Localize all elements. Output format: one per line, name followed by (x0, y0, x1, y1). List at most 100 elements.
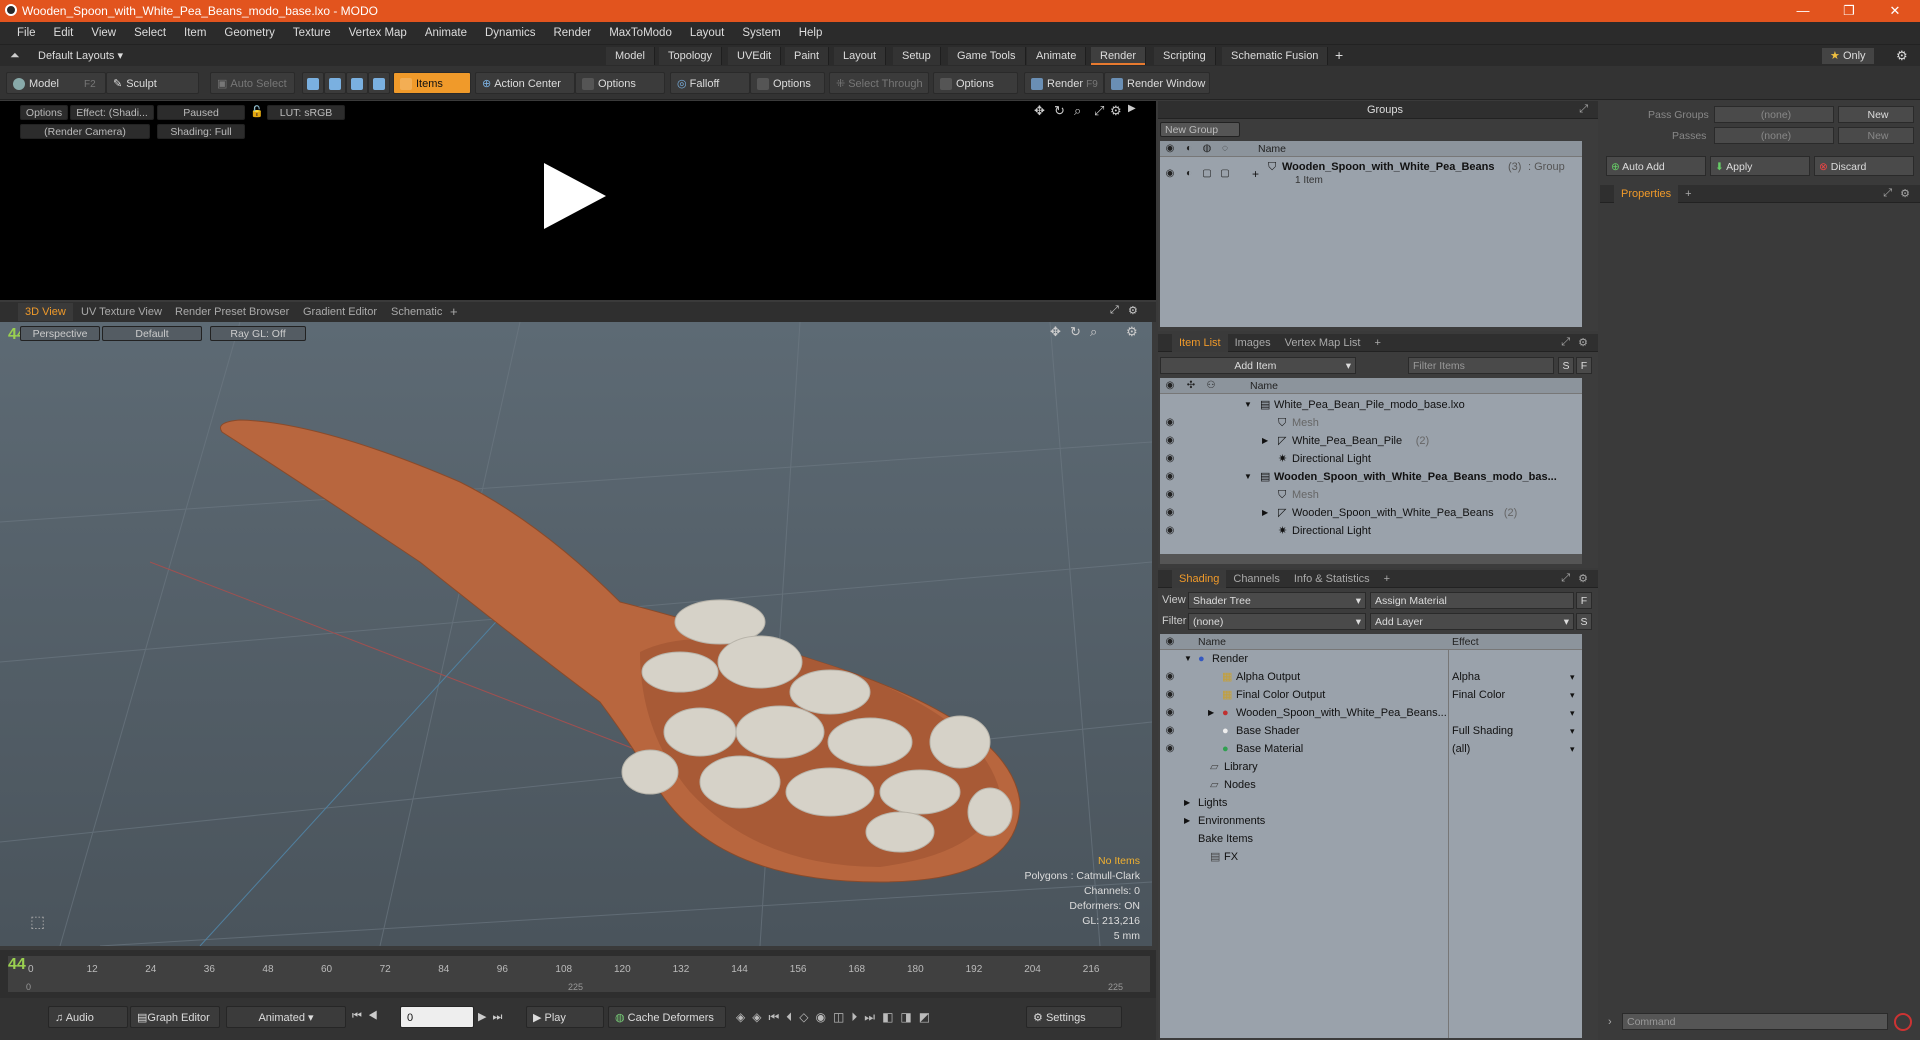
add-layer-dropdown[interactable]: Add Layer ▾ (1370, 613, 1574, 630)
shader-row[interactable]: ▶ Environments (1160, 812, 1582, 830)
eye-icon[interactable]: ◉ (1163, 472, 1177, 482)
new-group-button[interactable]: New Group (1160, 122, 1240, 137)
items-mode-button[interactable]: Items (393, 72, 471, 94)
audio-button[interactable]: ♫ Audio (48, 1006, 128, 1028)
tab-topology[interactable]: Topology (659, 47, 723, 65)
eye-icon[interactable]: ◉ (1163, 454, 1177, 464)
rotate-icon[interactable]: ↻ (1054, 103, 1065, 119)
add-tab-button[interactable]: + (1335, 47, 1343, 63)
add-item-dropdown[interactable]: Add Item ▾ (1160, 357, 1356, 374)
gear-icon[interactable]: ⚙ (1896, 48, 1908, 64)
menu-dynamics[interactable]: Dynamics (476, 27, 544, 39)
menu-animate[interactable]: Animate (416, 27, 476, 39)
transport-back-icons[interactable]: ⏮◀ (352, 1010, 384, 1023)
eye-icon[interactable]: ◉ (1163, 490, 1177, 500)
render-toggle-icon[interactable]: ◐ (1182, 169, 1196, 179)
shader-row[interactable]: ◉ ▦ Final Color Output Final Color ▾ (1160, 686, 1582, 704)
f-button[interactable]: F (1576, 592, 1592, 609)
menu-item[interactable]: Item (175, 27, 215, 39)
zoom-icon[interactable]: ⌕ (1090, 324, 1097, 340)
shader-row[interactable]: ▼ ● Render (1160, 650, 1582, 668)
edges-mode-button[interactable] (324, 72, 346, 94)
menu-texture[interactable]: Texture (284, 27, 340, 39)
preview-paused-button[interactable]: Paused (157, 105, 245, 120)
menu-maxtomodo[interactable]: MaxToModo (600, 27, 681, 39)
sculpt-mode-button[interactable]: ✎ Sculpt (106, 72, 199, 94)
menu-edit[interactable]: Edit (45, 27, 83, 39)
menu-system[interactable]: System (733, 27, 789, 39)
tab-render-preset-browser[interactable]: Render Preset Browser (168, 303, 296, 321)
tab-images[interactable]: Images (1228, 334, 1278, 352)
command-expand-icon[interactable]: › (1608, 1016, 1612, 1028)
minimize-button[interactable]: — (1780, 0, 1826, 22)
expand-icon[interactable]: ▶ (1208, 704, 1214, 722)
shader-row[interactable]: ▱ Library (1160, 758, 1582, 776)
menu-help[interactable]: Help (790, 27, 832, 39)
tab-uv-texture-view[interactable]: UV Texture View (74, 303, 169, 321)
gear-icon[interactable]: ⚙ (1110, 103, 1122, 119)
discard-button[interactable]: ⊗ Discard (1814, 156, 1914, 176)
select-through-button[interactable]: ⁜ Select Through (829, 72, 929, 94)
gear-icon[interactable]: ⚙ (1578, 572, 1588, 585)
item-list-scrollbar[interactable] (1160, 554, 1582, 564)
expand-icon[interactable]: ▶ (1184, 794, 1190, 812)
menu-vertex-map[interactable]: Vertex Map (340, 27, 416, 39)
eye-icon[interactable]: ◉ (1163, 436, 1177, 446)
list-item[interactable]: ◉ ▼ ▤ Wooden_Spoon_with_White_Pea_Beans_mod… (1160, 468, 1582, 486)
tab-animate[interactable]: Animate (1027, 47, 1087, 65)
filter-items-input[interactable]: Filter Items (1408, 357, 1554, 374)
shader-row[interactable]: ▤ FX (1160, 848, 1582, 866)
expand-icon[interactable]: + (1252, 165, 1259, 183)
gear-icon[interactable]: ⚙ (1126, 324, 1138, 340)
eye-icon[interactable]: ◉ (1163, 726, 1177, 736)
chevron-down-icon[interactable]: ▾ (1570, 740, 1575, 758)
eye-icon[interactable]: ◉ (1163, 508, 1177, 518)
select-through-options-button[interactable]: Options (933, 72, 1018, 94)
shader-effect[interactable]: (all) (1452, 740, 1470, 758)
expand-icon[interactable]: ▼ (1244, 396, 1252, 414)
tab-layout[interactable]: Layout (834, 47, 887, 65)
tab-shading[interactable]: Shading (1172, 569, 1227, 588)
tab-schematic-fusion[interactable]: Schematic Fusion (1222, 47, 1329, 65)
transport-forward-icons[interactable]: ▶⏭ (478, 1010, 508, 1024)
materials-mode-button[interactable] (368, 72, 390, 94)
select-icon[interactable]: ▢ (1218, 169, 1232, 179)
eye-icon[interactable]: ◉ (1163, 418, 1177, 428)
list-item[interactable]: ◉ ✷ Directional Light (1160, 522, 1582, 540)
shader-row[interactable]: ◉ ● Base Material (all) ▾ (1160, 740, 1582, 758)
menu-file[interactable]: File (8, 27, 45, 39)
shader-effect[interactable]: Full Shading (1452, 722, 1513, 740)
shader-row[interactable]: ◉ ● Base Shader Full Shading ▾ (1160, 722, 1582, 740)
tab-3d-view[interactable]: 3D View (18, 303, 73, 321)
add-tab-button[interactable]: + (1377, 570, 1397, 588)
shader-effect[interactable]: Final Color (1452, 686, 1505, 704)
new-pass-group-button[interactable]: New (1838, 106, 1914, 123)
maximize-icon[interactable]: ⤢ (1561, 336, 1570, 349)
list-item[interactable]: ◉ ⛉ Mesh (1160, 486, 1582, 504)
pass-groups-dropdown[interactable]: (none) (1714, 106, 1834, 123)
only-toggle[interactable]: ★ Only (1822, 48, 1874, 64)
tab-uvedit[interactable]: UVEdit (728, 47, 782, 65)
shader-row[interactable]: ◉ ▶ ● Wooden_Spoon_with_White_Pea_Beans... ▾ (1160, 704, 1582, 722)
menu-layout[interactable]: Layout (681, 27, 734, 39)
eye-icon[interactable]: ◉ (1163, 744, 1177, 754)
expand-icon[interactable]: ▶ (1262, 504, 1268, 522)
assign-material-button[interactable]: Assign Material (1370, 592, 1574, 609)
add-tab-button[interactable]: + (1678, 185, 1698, 203)
s-button[interactable]: S (1576, 613, 1592, 630)
preview-effect-dropdown[interactable]: Effect: (Shadi... (70, 105, 154, 120)
graph-editor-button[interactable]: ▤Graph Editor (130, 1006, 220, 1028)
play-small-icon[interactable]: ▶ (1128, 103, 1136, 114)
collapse-icon[interactable]: ⏶ (10, 48, 20, 63)
add-tab-button[interactable]: + (1367, 334, 1387, 352)
passes-dropdown[interactable]: (none) (1714, 127, 1834, 144)
raygl-dropdown[interactable]: Ray GL: Off (210, 326, 306, 341)
chevron-down-icon[interactable]: ▾ (1570, 704, 1575, 722)
tab-vertex-map-list[interactable]: Vertex Map List (1278, 334, 1368, 352)
maximize-icon[interactable]: ⤢ (1094, 103, 1104, 119)
maximize-icon[interactable]: ⤢ (1561, 572, 1570, 585)
maximize-icon[interactable]: ⤢ (1110, 304, 1119, 317)
eye-icon[interactable]: ◉ (1163, 169, 1177, 179)
tab-properties[interactable]: Properties (1614, 184, 1679, 203)
tab-channels[interactable]: Channels (1226, 570, 1286, 588)
